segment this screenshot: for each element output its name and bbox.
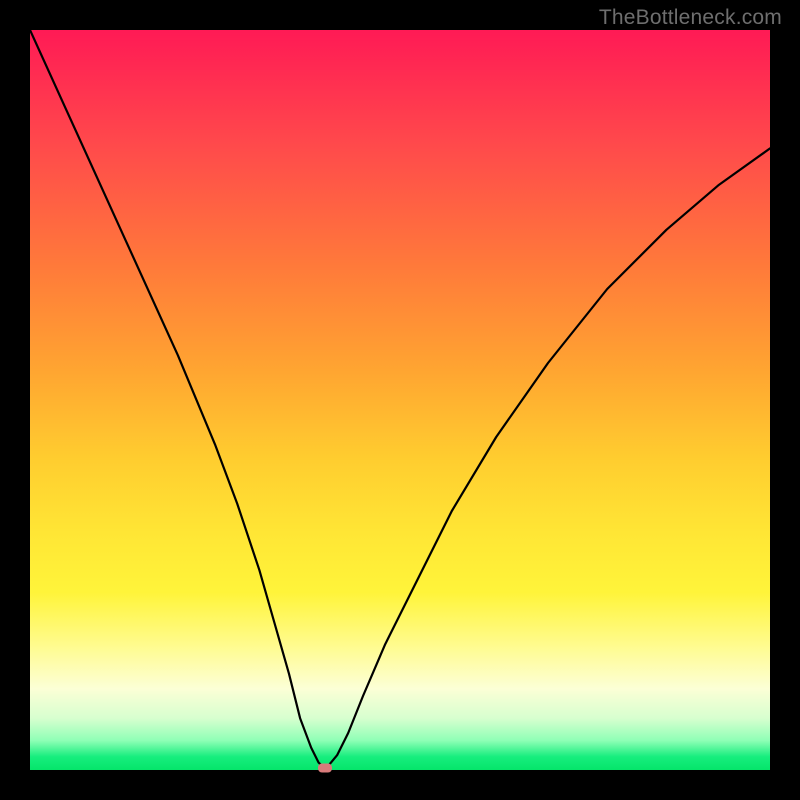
bottleneck-curve (30, 30, 770, 770)
watermark-text: TheBottleneck.com (599, 6, 782, 30)
optimum-marker (318, 763, 332, 772)
plot-area (30, 30, 770, 770)
